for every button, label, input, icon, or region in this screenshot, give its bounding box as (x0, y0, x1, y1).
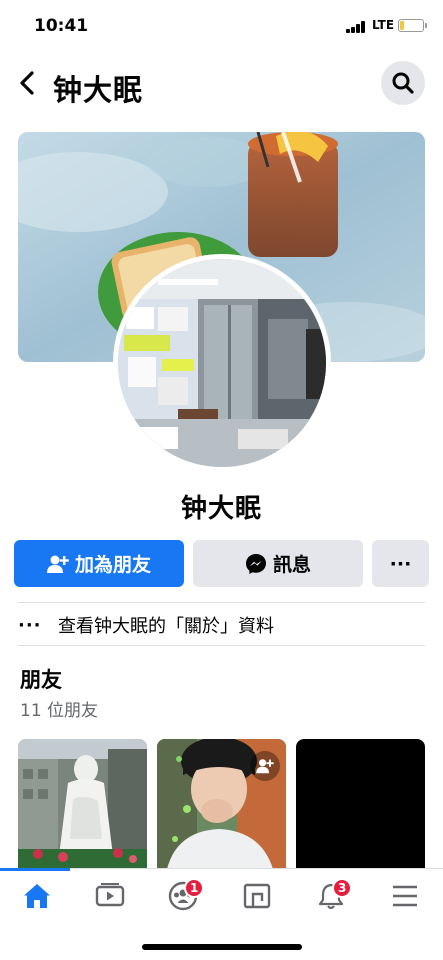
friends-section-title[interactable]: 朋友 (20, 664, 62, 694)
nav-marketplace[interactable] (232, 874, 282, 918)
about-dots-icon: ··· (18, 614, 42, 636)
profile-photo-frame[interactable] (113, 254, 331, 472)
notifications-badge: 3 (332, 878, 353, 898)
more-dots-icon: ··· (389, 552, 412, 575)
search-icon (392, 72, 414, 94)
chevron-left-icon (20, 71, 34, 95)
watch-icon (95, 883, 125, 907)
more-options-button[interactable]: ··· (372, 540, 429, 587)
about-label: 查看钟大眠的「關於」資料 (58, 616, 274, 637)
add-friend-icon[interactable] (250, 751, 280, 781)
nav-notifications[interactable]: 3 (306, 874, 356, 918)
bottom-navigation: 1 3 (0, 868, 443, 922)
back-button[interactable] (12, 65, 42, 101)
marketplace-icon (243, 883, 271, 909)
groups-badge: 1 (184, 878, 205, 898)
message-label: 訊息 (272, 554, 311, 576)
signal-icon (346, 21, 366, 33)
nav-watch[interactable] (85, 874, 135, 918)
menu-icon (393, 885, 417, 907)
active-tab-indicator (0, 868, 70, 871)
friend-card[interactable] (18, 739, 147, 869)
divider (18, 645, 425, 646)
page-title: 钟大眠 (53, 73, 144, 107)
add-friend-icon (46, 554, 69, 574)
friend-card[interactable] (157, 739, 286, 869)
nav-home[interactable] (12, 874, 62, 918)
friends-count: 11 位朋友 (20, 701, 99, 721)
search-button[interactable] (381, 61, 425, 105)
status-bar: 10:41 LTE (0, 0, 443, 50)
nav-groups[interactable]: 1 (158, 874, 208, 918)
add-friend-label: 加為朋友 (74, 554, 151, 576)
add-friend-button[interactable]: 加為朋友 (14, 540, 184, 587)
about-link[interactable]: ··· 查看钟大眠的「關於」資料 (18, 606, 425, 644)
divider (18, 602, 425, 603)
avatar (118, 259, 326, 467)
home-icon (24, 884, 50, 908)
home-indicator[interactable] (142, 944, 302, 950)
message-button[interactable]: 訊息 (193, 540, 363, 587)
messenger-icon (245, 553, 267, 575)
profile-header: 钟大眠 (0, 55, 443, 113)
status-time: 10:41 (34, 16, 89, 36)
network-label: LTE (372, 18, 395, 32)
profile-name: 钟大眠 (180, 494, 262, 524)
nav-menu[interactable] (380, 874, 430, 918)
friend-card[interactable] (296, 739, 425, 869)
battery-icon (398, 19, 427, 32)
